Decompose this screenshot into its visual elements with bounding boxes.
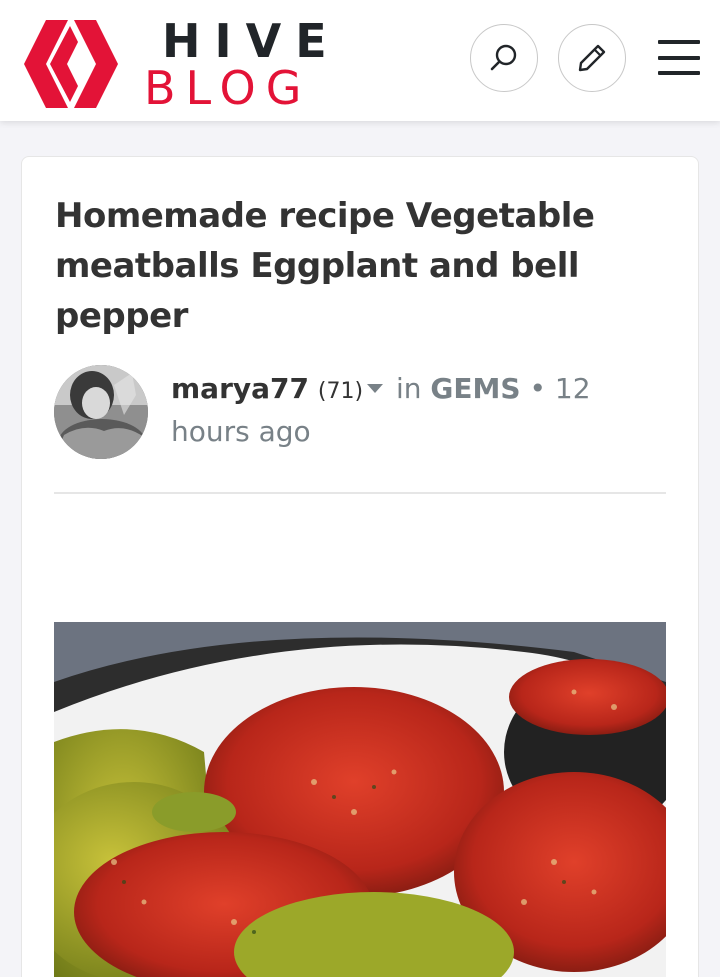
hamburger-menu-icon[interactable] (658, 40, 702, 76)
hive-logo-icon (24, 20, 118, 108)
author-reputation: (71) (317, 379, 364, 404)
top-header: HIVE BLOG (0, 0, 720, 121)
write-post-button[interactable] (558, 24, 626, 92)
search-icon (490, 44, 517, 71)
search-button[interactable] (470, 24, 538, 92)
divider (54, 492, 666, 494)
author-name[interactable]: marya77 (171, 372, 309, 405)
in-label: in (395, 372, 422, 405)
post-image[interactable] (54, 622, 666, 977)
logo-word-blog: BLOG (144, 61, 312, 115)
food-photo (54, 622, 666, 977)
community-link[interactable]: GEMS (430, 372, 520, 405)
post-meta: marya77 (71) in GEMS • 12 hours ago (171, 369, 671, 452)
author-avatar[interactable] (54, 365, 148, 459)
hive-blog-logo[interactable]: HIVE BLOG (20, 18, 330, 115)
logo-word-hive: HIVE (162, 14, 341, 68)
avatar-image (54, 365, 148, 459)
post-title: Homemade recipe Vegetable meatballs Eggp… (55, 196, 595, 336)
caret-down-icon[interactable] (367, 383, 384, 393)
meta-separator: • (529, 372, 546, 405)
post-card: Homemade recipe Vegetable meatballs Eggp… (21, 156, 699, 977)
pencil-icon (578, 44, 606, 72)
